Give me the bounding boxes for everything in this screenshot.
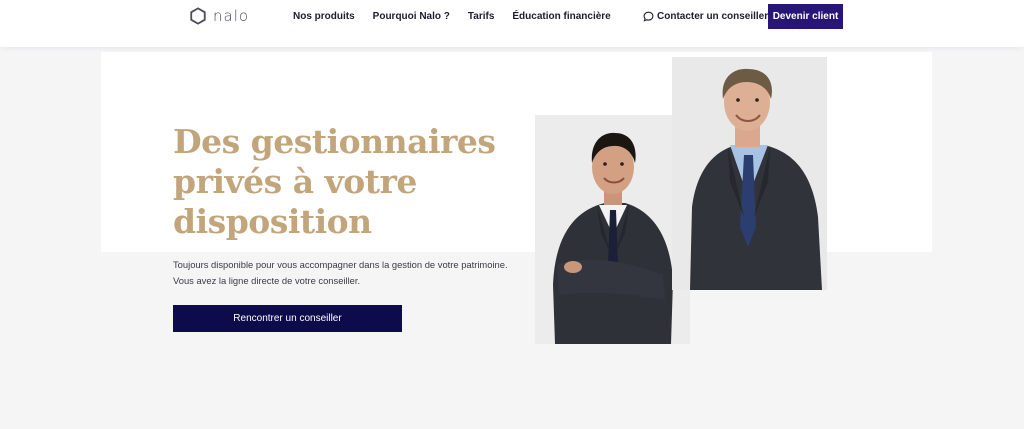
hero-headline-line-2: privés à votre [173,162,417,201]
become-client-button[interactable]: Devenir client [768,4,843,29]
advisor-portrait-image [672,57,827,290]
hero-headline-line-3: disposition [173,202,372,241]
hexagon-logo-icon [190,7,206,25]
meet-advisor-button[interactable]: Rencontrer un conseiller [173,305,402,332]
nav-item-why-nalo[interactable]: Pourquoi Nalo ? [373,11,450,22]
hero-subtext-line-1: Toujours disponible pour vous accompagne… [173,259,508,270]
contact-advisor-link[interactable]: Contacter un conseiller [643,11,768,22]
brand-name: nalo [213,7,250,25]
hero-headline-line-1: Des gestionnaires [173,122,496,161]
chat-bubble-icon [643,11,654,22]
hero-subtext-line-2: Vous avez la ligne directe de votre cons… [173,275,361,286]
contact-advisor-label: Contacter un conseiller [657,11,769,22]
hero-subtext: Toujours disponible pour vous accompagne… [173,257,513,289]
brand-logo[interactable]: nalo [189,7,249,25]
nav-item-financial-education[interactable]: Éducation financière [512,11,610,22]
nav-item-pricing[interactable]: Tarifs [468,11,495,22]
advisor-portrait-image [535,115,690,344]
main-nav: Nos produits Pourquoi Nalo ? Tarifs Éduc… [293,11,611,22]
advisor-photo-2 [672,57,827,290]
nav-item-products[interactable]: Nos produits [293,11,355,22]
page: nalo Nos produits Pourquoi Nalo ? Tarifs… [0,0,1024,429]
hero-headline: Des gestionnaires privés à votre disposi… [173,122,503,242]
top-header: nalo Nos produits Pourquoi Nalo ? Tarifs… [0,0,1024,47]
advisor-photo-1 [535,115,690,344]
